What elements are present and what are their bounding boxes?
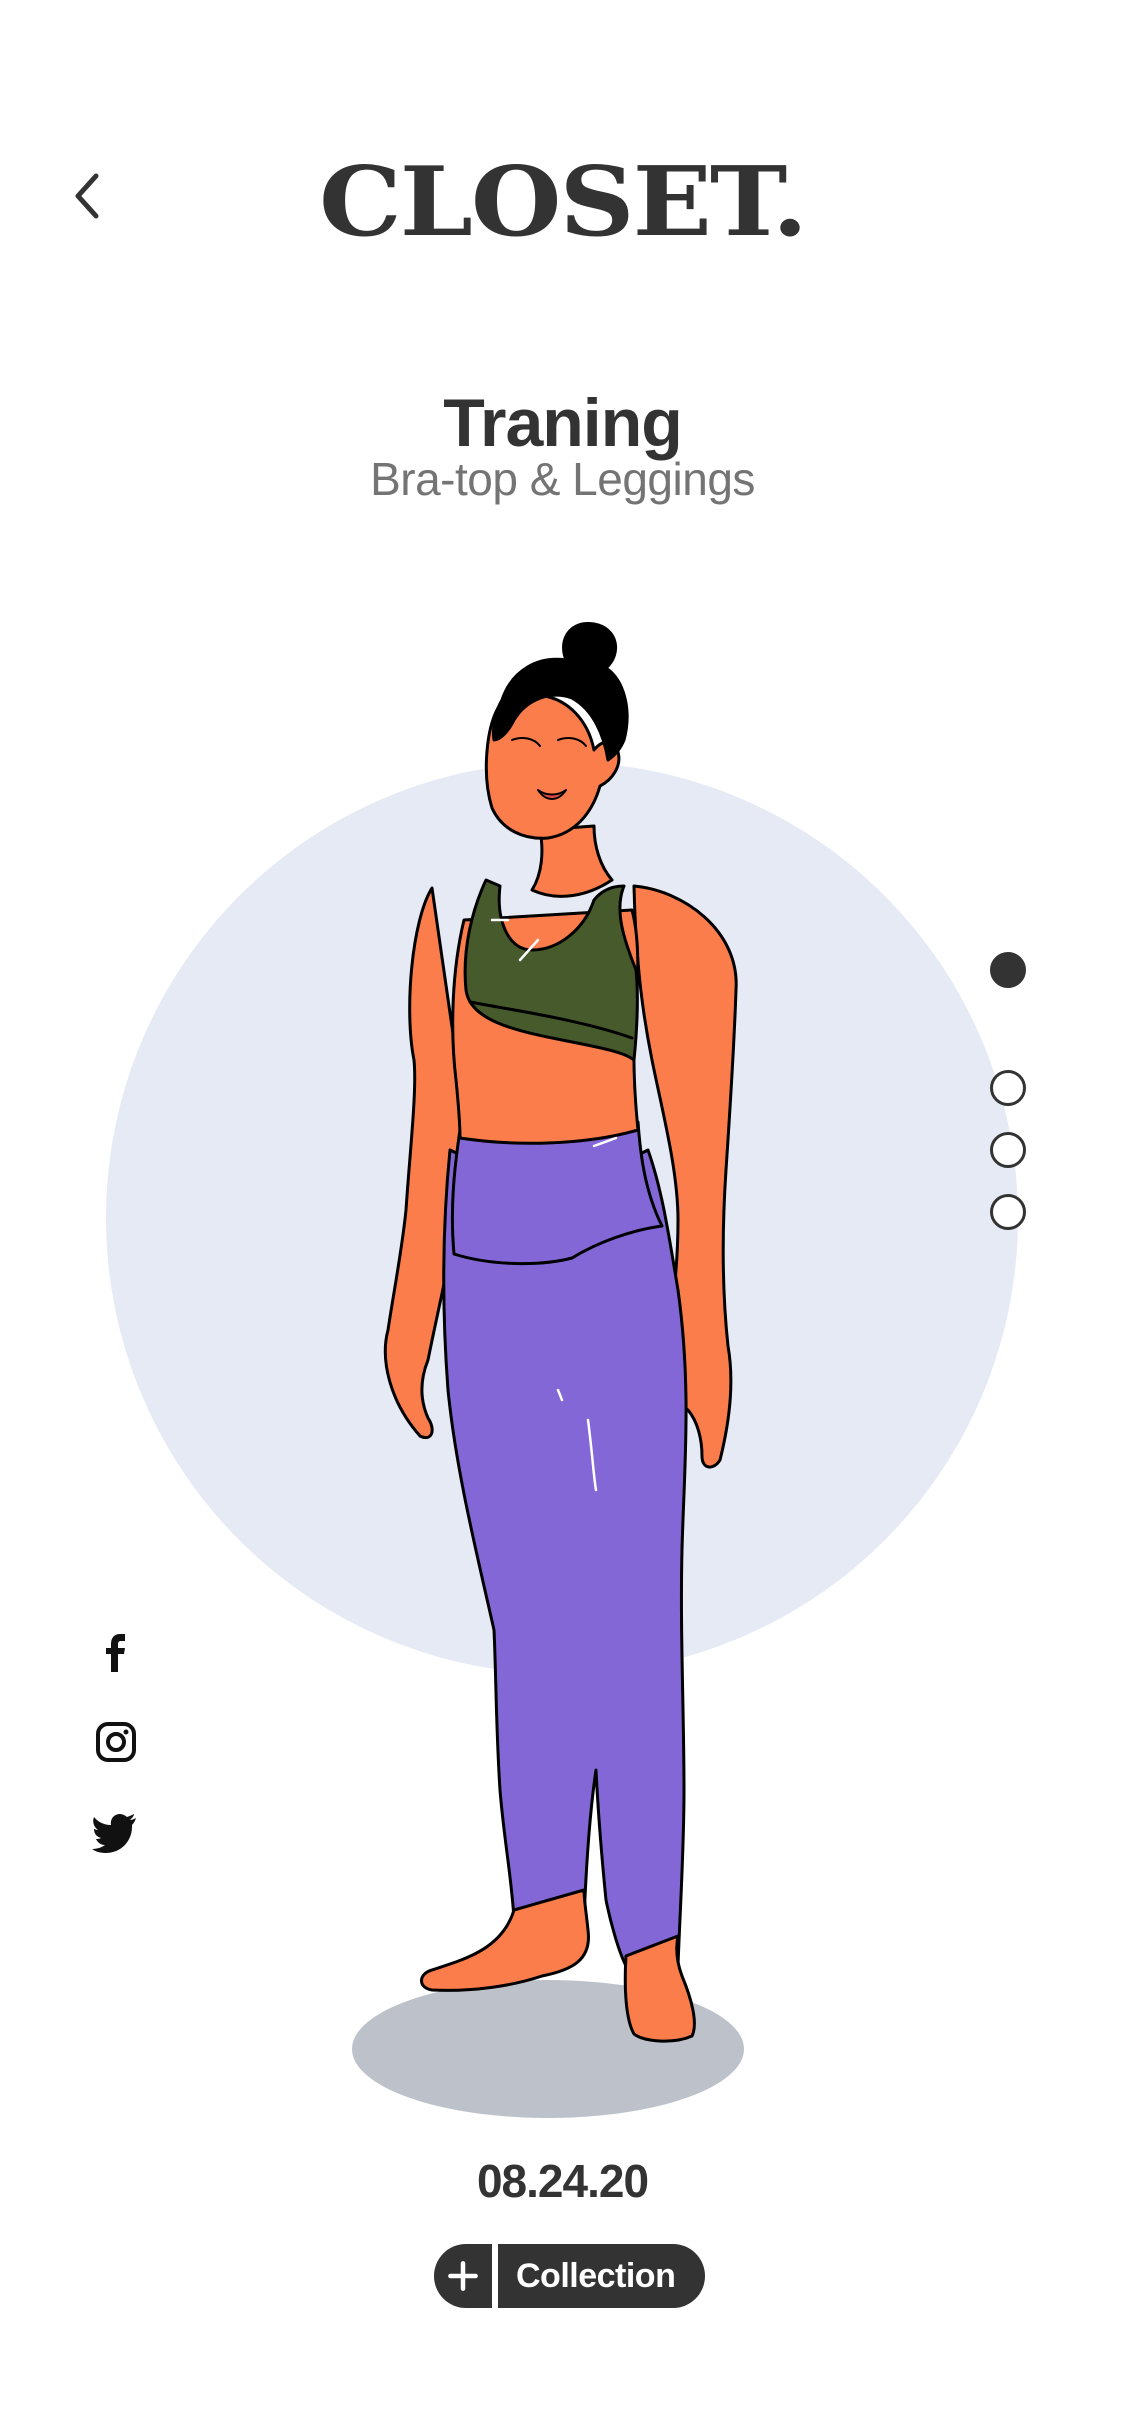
collection-group: Collection bbox=[434, 2244, 706, 2308]
collection-button[interactable]: Collection bbox=[498, 2244, 706, 2308]
facebook-icon bbox=[106, 1634, 125, 1672]
brand-logo: CLOSET. bbox=[318, 144, 808, 259]
pager-dot-1[interactable] bbox=[990, 952, 1026, 988]
outfit-title: Traning bbox=[443, 385, 683, 461]
pager-dot-2[interactable] bbox=[990, 1070, 1026, 1106]
instagram-icon bbox=[96, 1722, 136, 1762]
add-to-collection-button[interactable] bbox=[434, 2244, 492, 2308]
outfit-pager bbox=[990, 952, 1026, 1232]
twitter-icon bbox=[92, 1814, 136, 1853]
facebook-button[interactable] bbox=[84, 1620, 148, 1684]
outfit-subtitle: Bra-top & Leggings bbox=[370, 453, 755, 505]
instagram-button[interactable] bbox=[84, 1710, 148, 1774]
model-illustration bbox=[383, 622, 738, 2043]
pager-dot-4[interactable] bbox=[990, 1194, 1026, 1230]
twitter-button[interactable] bbox=[84, 1800, 148, 1864]
pager-dot-3[interactable] bbox=[990, 1132, 1026, 1168]
outfit-date: 08.24.20 bbox=[476, 2155, 649, 2207]
plus-icon bbox=[448, 2261, 478, 2291]
